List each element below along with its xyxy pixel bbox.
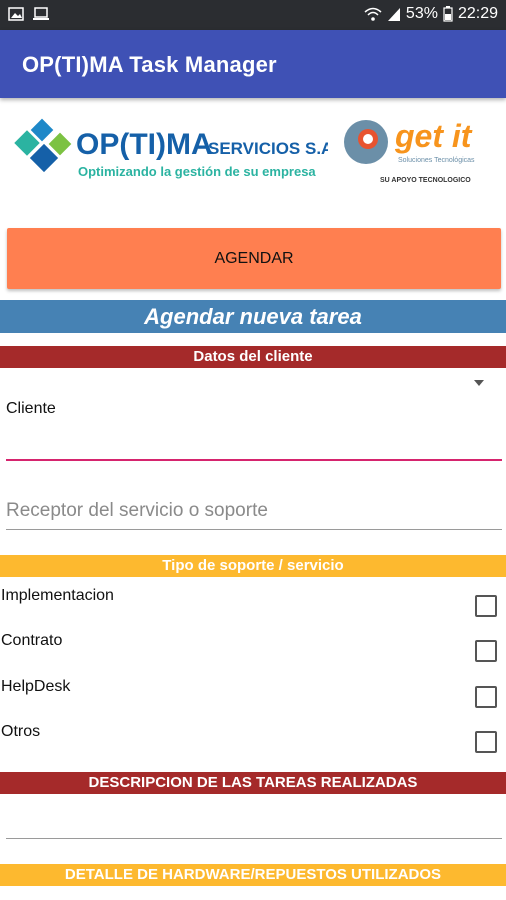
status-bar: 53% 22:29 bbox=[0, 0, 506, 30]
tasks-section-header: DESCRIPCION DE LAS TAREAS REALIZADAS bbox=[0, 772, 506, 794]
support-option-helpdesk[interactable]: HelpDesk bbox=[0, 674, 506, 718]
battery-icon bbox=[443, 6, 453, 22]
laptop-icon bbox=[33, 7, 49, 20]
optima-logo: OP(TI)MA SERVICIOS S.A. Optimizando la g… bbox=[14, 118, 328, 179]
option-label: Contrato bbox=[1, 632, 63, 649]
support-option-contrato[interactable]: Contrato bbox=[0, 628, 506, 672]
agendar-button[interactable]: AGENDAR bbox=[7, 228, 501, 289]
logo-banner: OP(TI)MA SERVICIOS S.A. Optimizando la g… bbox=[0, 100, 506, 210]
option-label: Otros bbox=[1, 723, 41, 740]
option-label: HelpDesk bbox=[1, 678, 71, 695]
otros-checkbox[interactable] bbox=[475, 731, 497, 753]
helpdesk-checkbox[interactable] bbox=[475, 686, 497, 708]
battery-percent: 53% bbox=[405, 5, 438, 22]
support-option-otros[interactable]: Otros bbox=[0, 719, 506, 763]
contrato-checkbox[interactable] bbox=[475, 640, 497, 662]
svg-text:SU APOYO TECNOLOGICO: SU APOYO TECNOLOGICO bbox=[380, 177, 471, 184]
option-label: Implementacion bbox=[1, 587, 114, 604]
wifi-icon bbox=[364, 7, 382, 21]
svg-text:Optimizando la gestión de su e: Optimizando la gestión de su empresa bbox=[78, 164, 316, 179]
support-option-implementacion[interactable]: Implementacion bbox=[0, 583, 506, 627]
signal-icon bbox=[387, 8, 400, 21]
receptor-input[interactable]: Receptor del servicio o soporte bbox=[6, 500, 268, 522]
clock: 22:29 bbox=[457, 5, 498, 22]
tasks-underline bbox=[6, 838, 502, 839]
client-label: Cliente bbox=[6, 400, 56, 417]
svg-text:OP(TI)MA: OP(TI)MA bbox=[76, 128, 213, 161]
svg-text:Soluciones Tecnológicas: Soluciones Tecnológicas bbox=[398, 157, 475, 164]
getit-logo: get it Soluciones Tecnológicas SU APOYO … bbox=[344, 118, 475, 184]
hardware-section-header: DETALLE DE HARDWARE/REPUESTOS UTILIZADOS bbox=[0, 864, 506, 886]
svg-text:get it: get it bbox=[394, 118, 473, 154]
implementacion-checkbox[interactable] bbox=[475, 595, 497, 617]
client-section-header: Datos del cliente bbox=[0, 346, 506, 368]
app-bar: OP(TI)MA Task Manager bbox=[0, 30, 506, 98]
support-section-header: Tipo de soporte / servicio bbox=[0, 555, 506, 577]
dropdown-arrow-icon[interactable] bbox=[474, 380, 484, 386]
form-title: Agendar nueva tarea bbox=[0, 300, 506, 333]
tasks-input[interactable] bbox=[6, 800, 502, 838]
client-underline bbox=[6, 459, 502, 461]
svg-text:SERVICIOS S.A.: SERVICIOS S.A. bbox=[208, 139, 328, 158]
image-icon bbox=[8, 7, 24, 21]
app-title: OP(TI)MA Task Manager bbox=[22, 52, 277, 77]
receptor-underline bbox=[6, 529, 502, 530]
